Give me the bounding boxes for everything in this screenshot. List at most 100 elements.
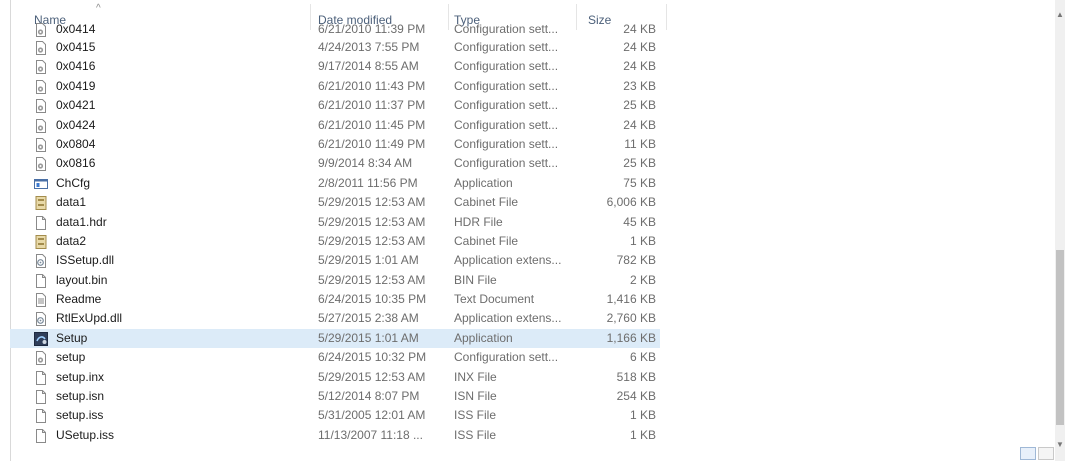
- file-date-modified: 6/21/2010 11:39 PM: [318, 22, 426, 36]
- column-divider[interactable]: [310, 4, 311, 30]
- settings-file-icon: [34, 79, 48, 94]
- large-icons-view-button[interactable]: [1038, 447, 1054, 460]
- file-size: 24 KB: [623, 40, 656, 54]
- sort-ascending-icon: ^: [96, 3, 101, 14]
- file-date-modified: 4/24/2013 7:55 PM: [318, 40, 420, 54]
- file-date-modified: 11/13/2007 11:18 ...: [318, 427, 423, 442]
- settings-file-icon: [34, 137, 48, 152]
- dll-file-icon: [34, 254, 48, 269]
- file-type: Configuration sett...: [454, 350, 559, 365]
- file-row[interactable]: 0x0816 9/9/2014 8:34 AM Configuration sett…: [10, 154, 660, 173]
- file-row[interactable]: data1.hdr 5/29/2015 12:53 AM HDR File 45 KB: [10, 213, 660, 232]
- file-date-modified: 5/29/2015 12:53 AM: [318, 233, 426, 248]
- application-window-icon: [34, 177, 48, 191]
- details-view-button[interactable]: [1020, 447, 1036, 460]
- file-size: 1 KB: [629, 427, 656, 442]
- column-divider[interactable]: [666, 4, 667, 30]
- file-size: 1 KB: [629, 233, 656, 248]
- blank-file-icon: [34, 215, 48, 230]
- file-type: Text Document: [454, 292, 535, 307]
- file-row[interactable]: 0x0421 6/21/2010 11:37 PM Configuration se…: [10, 96, 660, 115]
- file-size: 2,760 KB: [606, 311, 656, 326]
- file-date-modified: 6/24/2015 10:35 PM: [318, 292, 427, 307]
- file-row[interactable]: setup.isn 5/12/2014 8:07 PM ISN File 254 KB: [10, 387, 660, 406]
- file-date-modified: 6/21/2010 11:49 PM: [318, 136, 426, 151]
- file-date-modified: 5/12/2014 8:07 PM: [318, 389, 420, 404]
- settings-file-icon: [34, 60, 48, 75]
- file-name: setup.isn: [56, 389, 105, 404]
- file-type: HDR File: [454, 214, 503, 229]
- file-type: Application extens...: [454, 311, 562, 326]
- file-row[interactable]: 0x0414 6/21/2010 11:39 PM Configuration se…: [10, 22, 660, 38]
- file-date-modified: 6/21/2010 11:37 PM: [318, 98, 426, 113]
- file-name: RtlExUpd.dll: [56, 311, 123, 326]
- file-row[interactable]: USetup.iss 11/13/2007 11:18 ... ISS File 1 …: [10, 426, 660, 445]
- file-name: setup.iss: [56, 408, 104, 423]
- file-row[interactable]: RtlExUpd.dll 5/27/2015 2:38 AM Application…: [10, 309, 660, 328]
- file-row[interactable]: data2 5/29/2015 12:53 AM Cabinet File 1 KB: [10, 232, 660, 251]
- cabinet-file-icon: [34, 196, 48, 211]
- file-date-modified: 5/29/2015 12:53 AM: [318, 369, 426, 384]
- blank-file-icon: [34, 428, 48, 443]
- file-size: 24 KB: [623, 22, 656, 36]
- file-type: Configuration sett...: [454, 156, 559, 171]
- file-type: Application: [454, 175, 513, 190]
- file-type: Configuration sett...: [454, 98, 559, 113]
- file-name: Readme: [56, 292, 102, 307]
- file-row[interactable]: ChCfg 2/8/2011 11:56 PM Application 75 KB: [10, 174, 660, 193]
- file-name: setup.inx: [56, 369, 105, 384]
- file-type: Application extens...: [454, 253, 562, 268]
- file-size: 24 KB: [623, 117, 656, 132]
- blank-file-icon: [34, 273, 48, 288]
- file-type: Application: [454, 330, 513, 345]
- file-name: 0x0414: [56, 22, 96, 36]
- column-divider[interactable]: [448, 4, 449, 30]
- file-name: 0x0421: [56, 98, 96, 113]
- file-name: 0x0816: [56, 156, 96, 171]
- file-size: 45 KB: [623, 214, 656, 229]
- file-size: 6 KB: [629, 350, 656, 365]
- file-row[interactable]: Readme 6/24/2015 10:35 PM Text Document 1,4…: [10, 290, 660, 309]
- file-size: 1,166 KB: [606, 330, 656, 345]
- file-row[interactable]: 0x0416 9/17/2014 8:55 AM Configuration set…: [10, 57, 660, 76]
- scroll-down-arrow-icon[interactable]: ▼: [1056, 440, 1064, 449]
- file-date-modified: 5/29/2015 12:53 AM: [318, 195, 426, 210]
- blank-file-icon: [34, 390, 48, 405]
- file-size: 782 KB: [616, 253, 656, 268]
- settings-file-icon: [34, 118, 48, 133]
- file-date-modified: 6/21/2010 11:45 PM: [318, 117, 426, 132]
- file-type: Configuration sett...: [454, 22, 559, 36]
- file-row[interactable]: Setup 5/29/2015 1:01 AM Application 1,166 K…: [10, 328, 660, 349]
- vertical-scrollbar[interactable]: ▲ ▼: [1055, 0, 1065, 461]
- file-date-modified: 5/31/2005 12:01 AM: [318, 408, 426, 423]
- scroll-up-arrow-icon[interactable]: ▲: [1056, 10, 1064, 19]
- file-row[interactable]: 0x0804 6/21/2010 11:49 PM Configuration se…: [10, 135, 660, 154]
- file-type: ISS File: [454, 427, 497, 442]
- dll-file-icon: [34, 312, 48, 327]
- file-size: 6,006 KB: [606, 195, 656, 210]
- file-row[interactable]: setup.inx 5/29/2015 12:53 AM INX File 518 K…: [10, 368, 660, 387]
- file-row[interactable]: 0x0415 4/24/2013 7:55 PM Configuration set…: [10, 38, 660, 57]
- file-size: 11 KB: [624, 136, 656, 151]
- scrollbar-thumb[interactable]: [1056, 250, 1064, 425]
- file-row[interactable]: ISSetup.dll 5/29/2015 1:01 AM Application …: [10, 251, 660, 270]
- file-name: data2: [56, 233, 87, 248]
- file-name: setup: [56, 350, 86, 365]
- file-row[interactable]: data1 5/29/2015 12:53 AM Cabinet File 6,006…: [10, 193, 660, 212]
- file-type: ISS File: [454, 408, 497, 423]
- blank-file-icon: [34, 409, 48, 424]
- file-name: 0x0424: [56, 117, 96, 132]
- file-date-modified: 9/9/2014 8:34 AM: [318, 156, 413, 171]
- file-row[interactable]: setup.iss 5/31/2005 12:01 AM ISS File 1 KB: [10, 406, 660, 425]
- file-row[interactable]: 0x0424 6/21/2010 11:45 PM Configuration se…: [10, 116, 660, 135]
- file-type: INX File: [454, 369, 497, 384]
- file-row[interactable]: setup 6/24/2015 10:32 PM Configuration set…: [10, 348, 660, 367]
- file-size: 25 KB: [623, 156, 656, 171]
- setup-app-icon: [34, 331, 48, 346]
- file-name: 0x0415: [56, 40, 96, 54]
- file-type: Cabinet File: [454, 233, 519, 248]
- file-type: Configuration sett...: [454, 136, 559, 151]
- file-size: 254 KB: [616, 389, 656, 404]
- file-row[interactable]: layout.bin 5/29/2015 12:53 AM BIN File 2 KB: [10, 271, 660, 290]
- file-row[interactable]: 0x0419 6/21/2010 11:43 PM Configuration se…: [10, 77, 660, 96]
